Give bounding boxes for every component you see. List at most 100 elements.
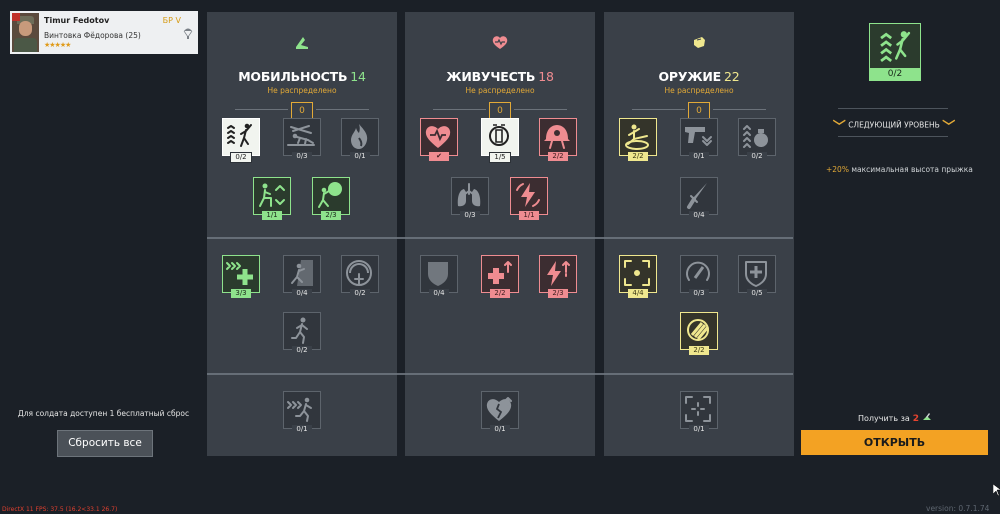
- fps-counter: DirectX 11 FPS: 37.5 (16.2<33.1 26.7): [2, 506, 118, 513]
- skill-reload-speed[interactable]: 0/3: [680, 255, 718, 298]
- climb-icon: [291, 260, 313, 286]
- divider: [713, 109, 766, 110]
- skill-ammo-pouch[interactable]: 2/2: [680, 312, 718, 355]
- skill-target-lock[interactable]: 0/1: [680, 391, 718, 434]
- skill-crawl-speed[interactable]: 0/3: [283, 118, 321, 161]
- skill-sprint-heal[interactable]: 3/3: [222, 255, 260, 298]
- dash-icon: [287, 397, 312, 422]
- skill-point-icon: [922, 413, 931, 420]
- flame-icon: [351, 124, 368, 149]
- skill-stamina[interactable]: 2/3: [312, 177, 350, 220]
- skill-run-speed[interactable]: 0/2: [283, 312, 321, 355]
- skill-grenade-carry[interactable]: 0/2: [738, 118, 776, 161]
- skill-level: 1/1: [262, 211, 282, 220]
- soldier-card[interactable]: Timur Fedotov Винтовка Фёдорова (25) ★★★…: [10, 11, 198, 54]
- run-icon: [291, 317, 308, 344]
- skill-level: 0/2: [230, 152, 252, 163]
- column-points: 22: [724, 69, 740, 84]
- skill-jump-height[interactable]: 0/2: [222, 118, 260, 163]
- version-label: version: 0.7.1.74: [926, 504, 990, 513]
- chevron-down-icon: ﹀: [942, 120, 956, 135]
- grenade-icon: [743, 125, 768, 148]
- unlock-cost-value: 2: [912, 414, 920, 424]
- skill-pistol-swap[interactable]: 0/1: [680, 118, 718, 161]
- breath-icon: [318, 182, 342, 208]
- boot-icon: [296, 37, 308, 49]
- skill-level: 0/4: [429, 289, 449, 298]
- soldier-weapon: Винтовка Фёдорова (25): [44, 31, 141, 40]
- heart-check-icon: [425, 126, 451, 148]
- unassigned-label: Не распределено: [664, 86, 734, 95]
- skill-fire-resist[interactable]: 0/1: [341, 118, 379, 161]
- shield-icon: [428, 262, 448, 286]
- skill-level: 0/1: [292, 425, 312, 434]
- skill-climb[interactable]: 0/4: [283, 255, 321, 298]
- skill-aim-focus[interactable]: 4/4: [619, 255, 657, 298]
- skill-energy-boost[interactable]: 2/3: [539, 255, 577, 298]
- paratrooper-icon: [183, 28, 193, 39]
- skill-healing-boost[interactable]: 2/2: [481, 255, 519, 298]
- skill-level: 0/1: [350, 152, 370, 161]
- skill-level: 2/3: [321, 211, 341, 220]
- unassigned-label: Не распределено: [465, 86, 535, 95]
- skill-armor[interactable]: 0/4: [420, 255, 458, 298]
- skill-melee-kick[interactable]: 2/2: [619, 118, 657, 161]
- selected-skill-icon: 0/2: [869, 23, 921, 81]
- column-title: ЖИВУЧЕСТЬ 18: [405, 69, 595, 84]
- soldier-portrait: [12, 13, 39, 52]
- skill-level: 0/1: [490, 425, 510, 434]
- divider: [316, 109, 369, 110]
- divider: [838, 136, 948, 137]
- skill-last-stand[interactable]: 0/1: [481, 391, 519, 434]
- health-plus-icon: [488, 261, 512, 284]
- ammo-belt-icon: [489, 124, 509, 146]
- column-title: МОБИЛЬНОСТЬ 14: [207, 69, 397, 84]
- skill-parachute[interactable]: 0/2: [341, 255, 379, 298]
- skill-level: 0/1: [689, 425, 709, 434]
- skill-level: ✔: [429, 152, 449, 161]
- parachute-icon: [346, 260, 372, 286]
- crawl-icon: [287, 125, 315, 146]
- unassigned-label: Не распределено: [267, 86, 337, 95]
- fist-icon: [694, 37, 705, 48]
- tier-divider-2: [207, 373, 793, 375]
- next-level-bonus: +20% максимальная высота прыжка: [826, 165, 986, 174]
- skill-dash[interactable]: 0/1: [283, 391, 321, 434]
- jump-icon: [880, 31, 911, 63]
- skill-level: 2/2: [689, 346, 709, 355]
- skill-level: 0/3: [460, 211, 480, 220]
- skill-level: 2/3: [548, 289, 568, 298]
- knife-icon: [687, 183, 707, 209]
- column-title-text: ЖИВУЧЕСТЬ: [446, 69, 536, 84]
- skill-level: 1/5: [489, 152, 511, 163]
- skill-shock-resist[interactable]: 1/1: [510, 177, 548, 220]
- reset-all-button[interactable]: Сбросить все: [57, 430, 153, 457]
- skill-bayonet[interactable]: 0/4: [680, 177, 718, 220]
- skill-column-weapons: ОРУЖИЕ 22 Не распределено 0 2/2 0/1 0/2 0…: [604, 12, 794, 456]
- column-points: 14: [350, 69, 366, 84]
- skill-lungs[interactable]: 0/3: [451, 177, 489, 220]
- skill-level: 4/4: [628, 289, 648, 298]
- soldier-name: Timur Fedotov: [44, 16, 110, 25]
- skill-level: 2/2: [490, 289, 510, 298]
- skill-level: 0/2: [292, 346, 312, 355]
- reset-note: Для солдата доступен 1 бесплатный сброс: [17, 409, 190, 418]
- skill-crouch-speed[interactable]: 1/1: [253, 177, 291, 220]
- skill-level: 1/1: [519, 211, 539, 220]
- bonus-text: максимальная высота прыжка: [848, 165, 973, 174]
- next-level-label: СЛЕДУЮЩИЙ УРОВЕНЬ: [848, 120, 940, 130]
- skill-max-health[interactable]: ✔: [420, 118, 458, 161]
- skill-level: 0/4: [689, 211, 709, 220]
- column-title-text: МОБИЛЬНОСТЬ: [238, 69, 348, 84]
- skill-bandolier[interactable]: 1/5: [481, 118, 519, 163]
- skill-medic-crate[interactable]: 0/5: [738, 255, 776, 298]
- crosshair-icon: [624, 260, 650, 286]
- skill-level: 0/2: [747, 152, 767, 161]
- column-title-text: ОРУЖИЕ: [658, 69, 721, 84]
- skill-level: 0/1: [689, 152, 709, 161]
- open-button[interactable]: ОТКРЫТЬ: [801, 430, 988, 455]
- mouse-cursor-icon: [993, 484, 1000, 496]
- divider: [632, 109, 685, 110]
- skill-helmet[interactable]: 2/2: [539, 118, 577, 161]
- skill-level: 0/3: [689, 289, 709, 298]
